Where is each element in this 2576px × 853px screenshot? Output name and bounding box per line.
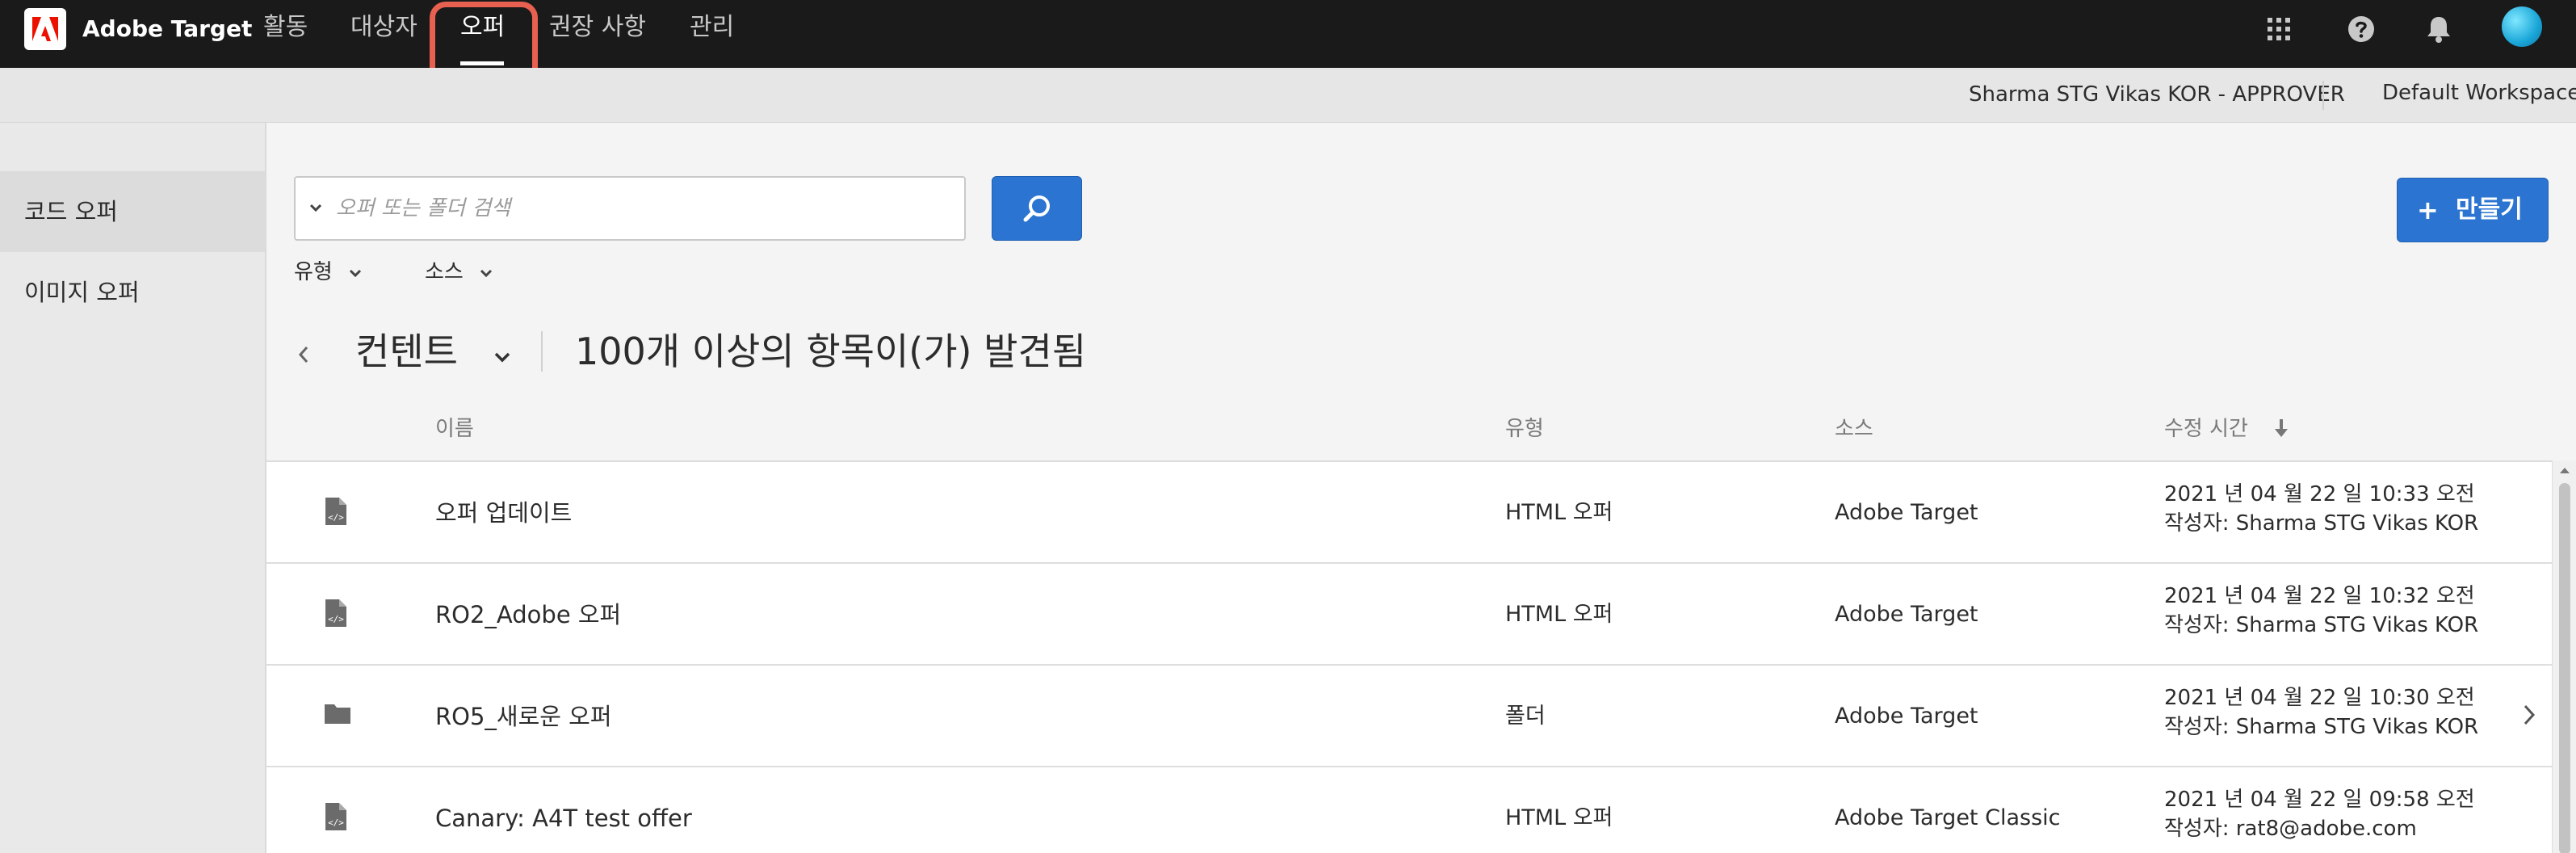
table-scrollbar[interactable] xyxy=(2552,460,2576,853)
nav-audiences[interactable]: 대상자 xyxy=(350,11,417,44)
folder-icon xyxy=(325,704,350,724)
top-navigation-bar: Adobe Target 활동 대상자 오퍼 권장 사항 관리 xyxy=(0,0,2576,68)
search-button[interactable] xyxy=(992,176,1082,241)
table-row[interactable]: RO5_새로운 오퍼 폴더 Adobe Target 2021 년 04 월 2… xyxy=(266,666,2552,767)
svg-text:</>: </> xyxy=(328,614,344,624)
column-header-modified[interactable]: 수정 시간 xyxy=(2164,415,2248,443)
row-modified-date: 2021 년 04 월 22 일 10:32 오전 xyxy=(2164,584,2475,608)
svg-text:</>: </> xyxy=(328,512,344,523)
row-author: 작성자: Sharma STG Vikas KOR xyxy=(2164,715,2479,739)
row-name[interactable]: 오퍼 업데이트 xyxy=(435,498,572,528)
create-button-label: 만들기 xyxy=(2456,195,2523,224)
code-file-icon: </> xyxy=(325,803,346,830)
chevron-down-icon xyxy=(350,269,362,277)
workspace-selector[interactable]: Default Workspace xyxy=(2382,79,2576,107)
scrollbar-thumb[interactable] xyxy=(2559,483,2570,853)
search-scope-chevron-icon[interactable] xyxy=(307,199,325,216)
app-title[interactable]: Adobe Target xyxy=(82,15,252,44)
sort-descending-icon[interactable] xyxy=(2272,417,2290,439)
open-folder-chevron-icon[interactable] xyxy=(2519,701,2539,729)
column-header-source[interactable]: 소스 xyxy=(1835,415,1873,443)
row-source: Adobe Target xyxy=(1835,602,1978,627)
table-row[interactable]: </> 오퍼 업데이트 HTML 오퍼 Adobe Target 2021 년 … xyxy=(266,462,2552,564)
row-type: HTML 오퍼 xyxy=(1505,805,1613,830)
offers-sidebar: 코드 오퍼 이미지 오퍼 xyxy=(0,123,266,853)
sidebar-item-code-offers[interactable]: 코드 오퍼 xyxy=(0,171,265,252)
context-divider xyxy=(2322,81,2324,110)
row-modified: 2021 년 04 월 22 일 10:30 오전 작성자: Sharma ST… xyxy=(2164,683,2478,742)
plus-icon: + xyxy=(2417,195,2439,225)
row-name[interactable]: RO2_Adobe 오퍼 xyxy=(435,599,621,630)
type-filter-label: 유형 xyxy=(294,260,333,284)
scroll-up-icon[interactable] xyxy=(2559,465,2570,475)
row-modified-date: 2021 년 04 월 22 일 10:33 오전 xyxy=(2164,482,2475,506)
row-modified: 2021 년 04 월 22 일 10:33 오전 작성자: Sharma ST… xyxy=(2164,480,2478,538)
row-name[interactable]: RO5_새로운 오퍼 xyxy=(435,701,612,732)
notifications-bell-icon[interactable] xyxy=(2421,11,2456,47)
apps-grid-icon[interactable] xyxy=(2261,11,2297,47)
code-file-icon: </> xyxy=(325,498,346,525)
nav-recommendations[interactable]: 권장 사항 xyxy=(549,11,646,44)
svg-text:</>: </> xyxy=(328,817,344,828)
adobe-logo-icon[interactable] xyxy=(24,8,66,50)
column-header-type[interactable]: 유형 xyxy=(1505,415,1544,443)
row-modified-date: 2021 년 04 월 22 일 10:30 오전 xyxy=(2164,686,2475,710)
row-source: Adobe Target Classic xyxy=(1835,805,2061,830)
row-author: 작성자: rat8@adobe.com xyxy=(2164,817,2417,841)
row-type: HTML 오퍼 xyxy=(1505,602,1613,627)
folder-title: 컨텐트 xyxy=(355,330,458,373)
source-filter-label: 소스 xyxy=(425,260,464,284)
row-type: 폴더 xyxy=(1505,704,1546,729)
row-modified: 2021 년 04 월 22 일 09:58 오전 작성자: rat8@adob… xyxy=(2164,785,2475,843)
breadcrumb-divider xyxy=(541,331,543,372)
row-source: Adobe Target xyxy=(1835,500,1978,525)
column-header-name[interactable]: 이름 xyxy=(435,415,474,443)
source-filter-dropdown[interactable]: 소스 xyxy=(425,258,494,286)
code-file-icon: </> xyxy=(325,599,346,627)
type-filter-dropdown[interactable]: 유형 xyxy=(294,258,363,286)
chevron-down-icon xyxy=(480,269,493,277)
row-author: 작성자: Sharma STG Vikas KOR xyxy=(2164,511,2479,536)
row-type: HTML 오퍼 xyxy=(1505,500,1613,525)
user-avatar[interactable] xyxy=(2502,6,2542,47)
table-row[interactable]: </> Canary: A4T test offer HTML 오퍼 Adobe… xyxy=(266,767,2552,853)
offers-table: </> 오퍼 업데이트 HTML 오퍼 Adobe Target 2021 년 … xyxy=(266,460,2552,853)
back-chevron-icon[interactable] xyxy=(294,342,313,367)
table-row[interactable]: </> RO2_Adobe 오퍼 HTML 오퍼 Adobe Target 20… xyxy=(266,564,2552,666)
row-source: Adobe Target xyxy=(1835,704,1978,729)
folder-menu-chevron-icon[interactable] xyxy=(491,346,514,368)
nav-activities[interactable]: 활동 xyxy=(263,11,308,44)
context-bar: Sharma STG Vikas KOR - APPROVER Default … xyxy=(0,68,2576,123)
nav-administration[interactable]: 관리 xyxy=(690,11,734,44)
row-name[interactable]: Canary: A4T test offer xyxy=(435,803,692,834)
create-button[interactable]: + 만들기 xyxy=(2397,178,2549,242)
result-count: 100개 이상의 항목이(가) 발견됨 xyxy=(575,330,1087,373)
row-modified-date: 2021 년 04 월 22 일 09:58 오전 xyxy=(2164,788,2475,812)
help-icon[interactable] xyxy=(2343,11,2379,47)
search-input[interactable] xyxy=(336,191,950,226)
search-icon xyxy=(1023,195,1050,222)
row-modified: 2021 년 04 월 22 일 10:32 오전 작성자: Sharma ST… xyxy=(2164,582,2478,640)
user-role-label[interactable]: Sharma STG Vikas KOR - APPROVER xyxy=(1969,81,2345,108)
sidebar-item-image-offers[interactable]: 이미지 오퍼 xyxy=(0,252,265,333)
row-author: 작성자: Sharma STG Vikas KOR xyxy=(2164,613,2479,637)
search-field[interactable] xyxy=(294,176,966,241)
